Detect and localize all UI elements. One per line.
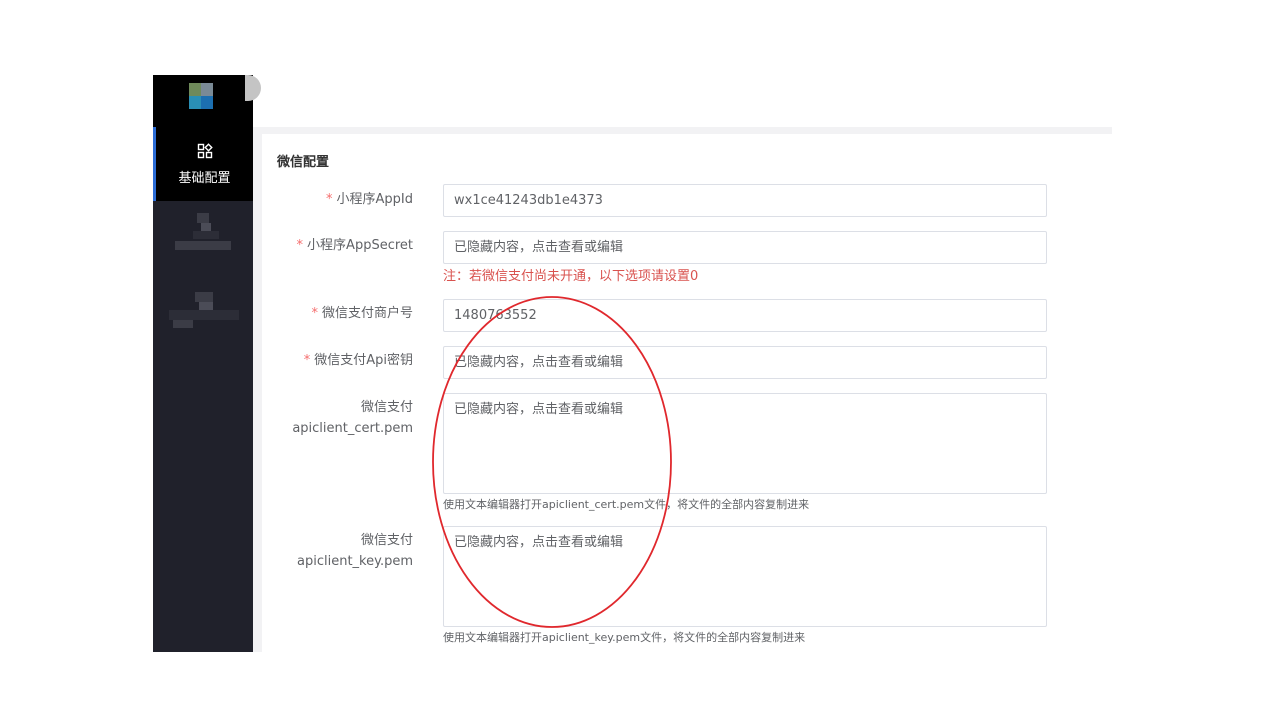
sidebar-item-label: 基础配置 — [178, 171, 231, 186]
sidebar-item-basic-config[interactable]: 基础配置 — [153, 127, 253, 201]
required-mark: * — [296, 238, 304, 253]
required-mark: * — [311, 306, 318, 321]
red-circle-annotation — [432, 296, 672, 628]
section-title: 微信配置 — [277, 155, 330, 170]
label-appsecret: * 小程序AppSecret — [296, 238, 413, 253]
label-key-pem: 微信支付 apiclient_key.pem — [297, 533, 413, 569]
label-cert-pem: 微信支付 apiclient_cert.pem — [292, 400, 413, 436]
required-mark: * — [326, 192, 333, 207]
required-mark: * — [303, 353, 311, 368]
sidebar-item-blurred[interactable] — [167, 290, 247, 336]
app-logo — [189, 83, 213, 109]
sidebar: 基础配置 — [153, 75, 253, 652]
sidebar-collapse-handle[interactable] — [245, 75, 261, 101]
sidebar-header — [153, 75, 253, 127]
sidebar-item-blurred[interactable] — [173, 211, 243, 257]
content-top-border — [253, 127, 1112, 134]
appsecret-input[interactable]: 已隐藏内容，点击查看或编辑 — [443, 231, 1047, 264]
grid-icon — [197, 143, 213, 163]
appid-input[interactable]: wx1ce41243db1e4373 — [443, 184, 1047, 217]
label-merchant-id: * 微信支付商户号 — [311, 306, 413, 321]
payment-note: 注：若微信支付尚未开通，以下选项请设置0 — [443, 269, 699, 284]
label-appid: * 小程序AppId — [326, 192, 413, 207]
label-api-key: * 微信支付Api密钥 — [303, 353, 413, 368]
content-left-border — [253, 127, 262, 652]
